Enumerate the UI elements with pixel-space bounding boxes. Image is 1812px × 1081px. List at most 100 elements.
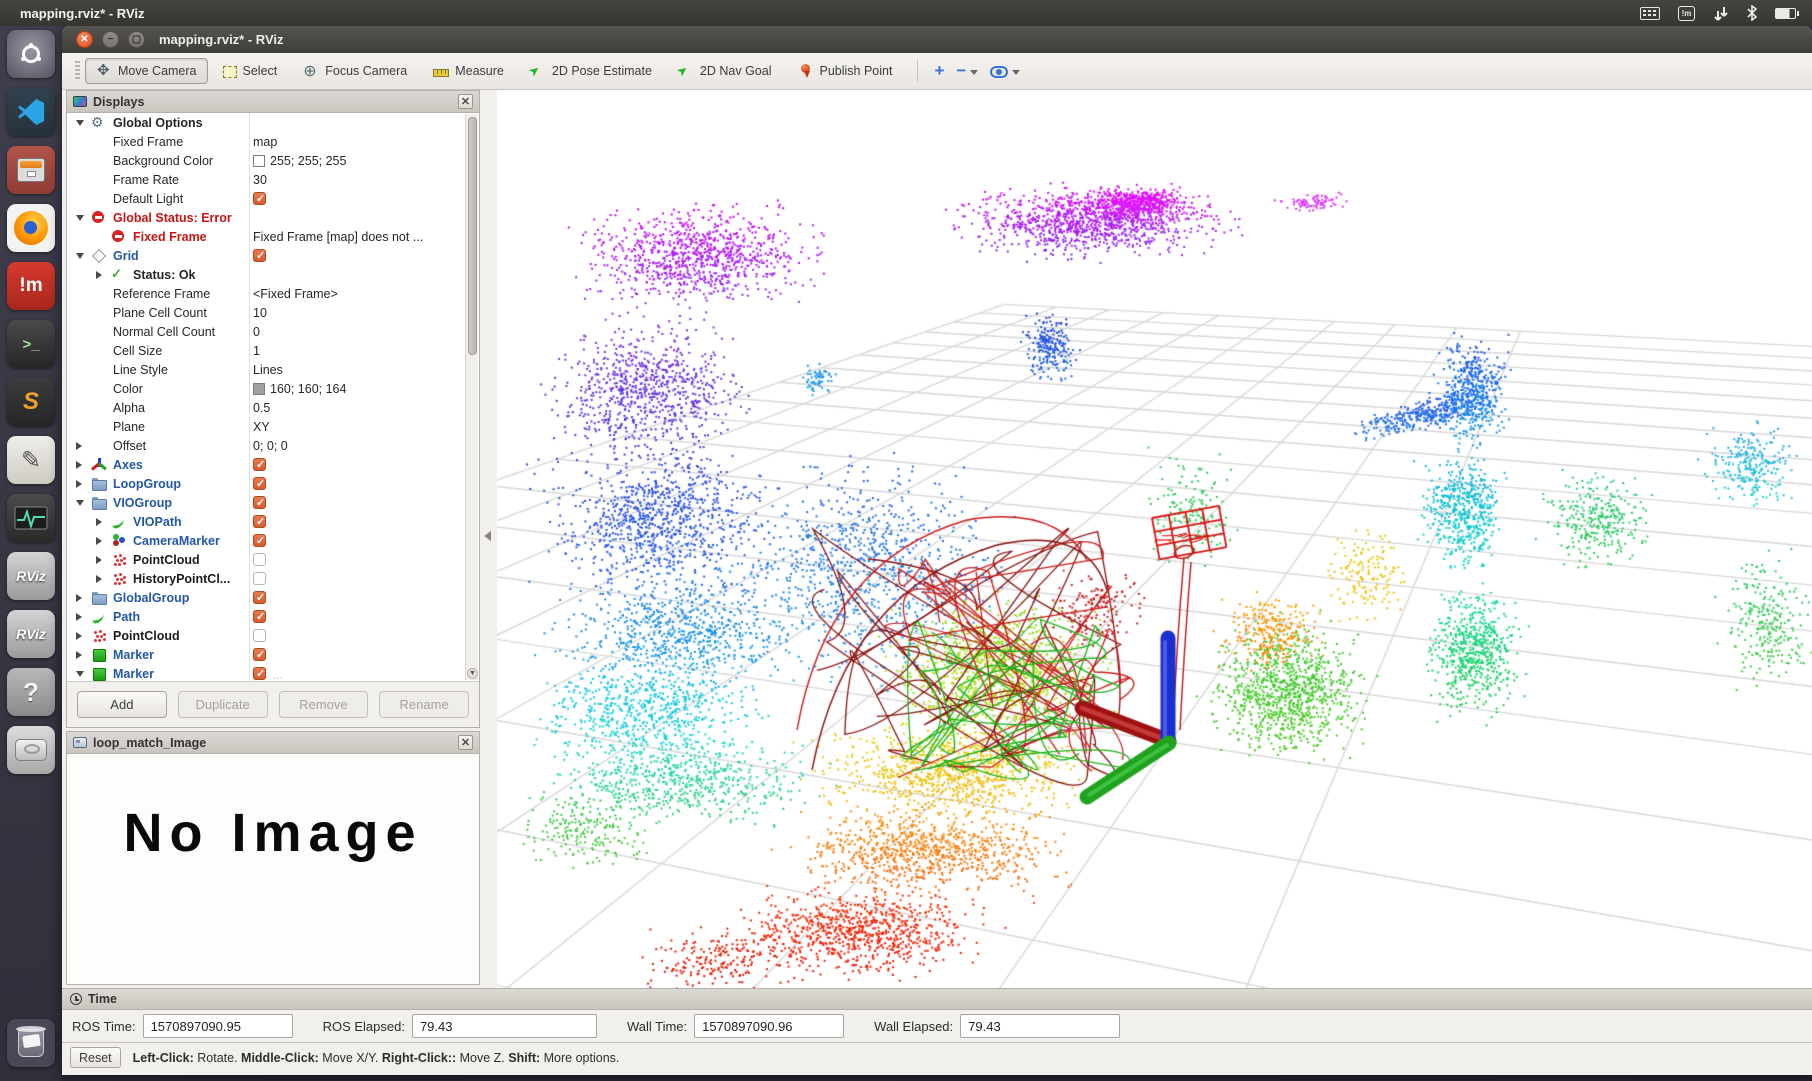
tree-row-fixed-frame[interactable]: Fixed Frame map	[67, 132, 479, 151]
launcher-item-system-monitor[interactable]	[7, 494, 55, 542]
tree-row-historypointcl-[interactable]: HistoryPointCl...	[67, 569, 479, 588]
tree-row-value[interactable]: 160; 160; 164	[253, 382, 463, 396]
tree-row-status-ok[interactable]: Status: Ok	[67, 265, 479, 284]
tree-row-frame-rate[interactable]: Frame Rate 30	[67, 170, 479, 189]
add-button[interactable]: Add	[77, 691, 167, 718]
tool-focus-camera[interactable]: Focus Camera	[292, 58, 418, 84]
tree-row-grid[interactable]: Grid	[67, 246, 479, 265]
tree-expand-arrow-icon[interactable]	[76, 670, 84, 677]
zoom-in-button[interactable]: +	[928, 59, 950, 83]
displays-close-icon[interactable]: ✕	[458, 94, 473, 109]
close-button[interactable]: ✕	[76, 31, 93, 48]
tree-row-marker[interactable]: Marker	[67, 645, 479, 664]
tree-row-value[interactable]: <Fixed Frame>	[253, 287, 463, 301]
tool-select[interactable]: Select	[212, 59, 289, 83]
time-field-input[interactable]: 1570897090.95	[142, 1014, 293, 1038]
tree-row-normal-cell-count[interactable]: Normal Cell Count 0	[67, 322, 479, 341]
reset-button[interactable]: Reset	[70, 1047, 121, 1068]
launcher-item-ubuntu-dash[interactable]	[7, 30, 55, 78]
displays-panel-header[interactable]: Displays ✕	[67, 91, 479, 113]
tree-row-value[interactable]: Fixed Frame [map] does not ...	[253, 230, 463, 244]
tree-expand-arrow-icon[interactable]	[96, 574, 102, 583]
rename-button[interactable]: Rename	[379, 691, 469, 718]
tree-expand-arrow-icon[interactable]	[76, 252, 84, 259]
tree-row-value[interactable]	[253, 477, 463, 490]
zoom-out-button[interactable]: −	[950, 59, 984, 83]
3d-viewport[interactable]	[497, 90, 1812, 988]
time-field-input[interactable]: 79.43	[411, 1014, 597, 1038]
tree-row-value[interactable]	[253, 515, 463, 528]
tree-expand-arrow-icon[interactable]	[76, 460, 82, 469]
tree-row-value[interactable]: map	[253, 135, 463, 149]
tree-row-line-style[interactable]: Line Style Lines	[67, 360, 479, 379]
bluetooth-icon[interactable]	[1747, 5, 1757, 21]
time-field-input[interactable]: 1570897090.96	[694, 1014, 845, 1038]
launcher-item-rviz-2[interactable]: RViz	[7, 610, 55, 658]
tree-row-value[interactable]: 30	[253, 173, 463, 187]
toolbar-grip-handle[interactable]	[75, 61, 80, 81]
tree-row-value[interactable]: XY	[253, 420, 463, 434]
launcher-item-trash[interactable]	[7, 1019, 55, 1067]
launcher-item-file-manager[interactable]	[7, 146, 55, 194]
tree-row-value[interactable]	[253, 629, 463, 642]
tree-row-path[interactable]: Path	[67, 607, 479, 626]
tree-row-value[interactable]	[253, 667, 463, 680]
tree-expand-arrow-icon[interactable]	[96, 536, 102, 545]
chevron-down-icon[interactable]	[1012, 70, 1021, 75]
checkbox[interactable]	[253, 458, 266, 471]
tree-row-global-status-error[interactable]: Global Status: Error	[67, 208, 479, 227]
time-field-input[interactable]: 79.43	[960, 1014, 1121, 1038]
image-panel-close-icon[interactable]: ✕	[458, 735, 473, 750]
tree-row-value[interactable]	[253, 648, 463, 661]
tree-expand-arrow-icon[interactable]	[76, 499, 84, 506]
checkbox[interactable]	[253, 629, 266, 642]
duplicate-button[interactable]: Duplicate	[177, 691, 268, 718]
tree-row-cell-size[interactable]: Cell Size 1	[67, 341, 479, 360]
tool-publish-point[interactable]: Publish Point	[786, 58, 903, 84]
tree-row-viopath[interactable]: VIOPath	[67, 512, 479, 531]
time-panel-header[interactable]: Time	[62, 989, 1812, 1010]
tree-row-value[interactable]: 0.5	[253, 401, 463, 415]
chevron-down-icon[interactable]	[970, 70, 979, 75]
checkbox[interactable]	[253, 249, 266, 262]
tree-expand-arrow-icon[interactable]	[76, 593, 82, 602]
tree-row-pointcloud[interactable]: PointCloud	[67, 550, 479, 569]
tree-expand-arrow-icon[interactable]	[76, 214, 84, 221]
panel-collapse-arrow-icon[interactable]	[484, 531, 491, 541]
network-arrows-icon[interactable]	[1713, 6, 1729, 21]
tree-row-value[interactable]	[253, 192, 463, 205]
tree-row-default-light[interactable]: Default Light	[67, 189, 479, 208]
checkbox[interactable]	[253, 553, 266, 566]
tree-row-fixed-frame[interactable]: Fixed Frame Fixed Frame [map] does not ..…	[67, 227, 479, 246]
checkbox[interactable]	[253, 572, 266, 585]
window-titlebar[interactable]: ✕ − ▢ mapping.rviz* - RViz	[62, 26, 1812, 53]
tree-row-value[interactable]	[253, 610, 463, 623]
tree-row-value[interactable]	[253, 591, 463, 604]
checkbox[interactable]	[253, 591, 266, 604]
tree-row-offset[interactable]: Offset 0; 0; 0	[67, 436, 479, 455]
tree-row-alpha[interactable]: Alpha 0.5	[67, 398, 479, 417]
tree-row-value[interactable]	[253, 458, 463, 471]
tree-row-value[interactable]	[253, 249, 463, 262]
keyboard-icon[interactable]	[1640, 6, 1660, 20]
battery-icon[interactable]	[1775, 7, 1799, 19]
launcher-item-help[interactable]: ?	[7, 668, 55, 716]
checkbox[interactable]	[253, 610, 266, 623]
launcher-item-rviz-1[interactable]: RViz	[7, 552, 55, 600]
image-panel-header[interactable]: loop_match_Image ✕	[67, 732, 479, 754]
launcher-item-vscode[interactable]	[7, 88, 55, 136]
launcher-item-firefox[interactable]	[7, 204, 55, 252]
tree-row-value[interactable]: 0; 0; 0	[253, 439, 463, 453]
maximize-button[interactable]: ▢	[128, 31, 145, 48]
tree-expand-arrow-icon[interactable]	[96, 517, 102, 526]
tool-2d-pose-estimate[interactable]: 2D Pose Estimate	[519, 58, 663, 84]
tree-row-loopgroup[interactable]: LoopGroup	[67, 474, 479, 493]
tree-expand-arrow-icon[interactable]	[76, 119, 84, 126]
minimize-button[interactable]: −	[102, 31, 119, 48]
tree-expand-arrow-icon[interactable]	[76, 612, 82, 621]
tree-row-viogroup[interactable]: VIOGroup	[67, 493, 479, 512]
remove-button[interactable]: Remove	[278, 691, 369, 718]
tree-row-background-color[interactable]: Background Color 255; 255; 255	[67, 151, 479, 170]
tree-row-globalgroup[interactable]: GlobalGroup	[67, 588, 479, 607]
tree-expand-arrow-icon[interactable]	[76, 631, 82, 640]
